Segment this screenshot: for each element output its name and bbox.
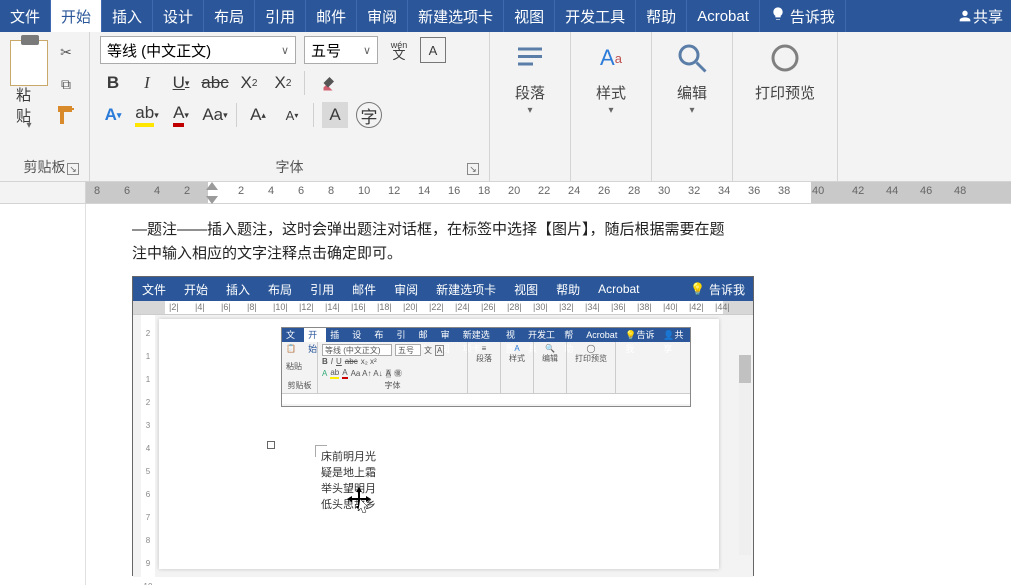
inner-scrollbar <box>739 355 751 555</box>
styles-button[interactable]: Aa样式▾ <box>581 36 641 120</box>
tab-acrobat[interactable]: Acrobat <box>687 0 760 32</box>
shrink-font-button[interactable]: A▾ <box>279 102 305 128</box>
tab-mailings[interactable]: 邮件 <box>306 0 357 32</box>
separator <box>236 103 237 127</box>
lightbulb-icon <box>770 6 786 26</box>
character-border-button[interactable]: A <box>420 37 446 63</box>
inner-vruler: 21 12 34 56 78 910 <box>141 315 155 577</box>
vertical-ruler[interactable] <box>70 204 86 585</box>
chevron-down-icon: ▾ <box>689 105 694 116</box>
chevron-down-icon: ▾ <box>608 105 613 116</box>
enclose-characters-button[interactable]: 字 <box>356 102 382 128</box>
editing-button[interactable]: 编辑▾ <box>662 36 722 120</box>
user-icon <box>957 8 973 24</box>
clear-formatting-button[interactable] <box>313 70 343 96</box>
tab-home[interactable]: 开始 <box>51 0 102 32</box>
tab-review[interactable]: 审阅 <box>357 0 408 32</box>
body-text[interactable]: —题注——插入题注，这时会弹出题注对话框，在标签中选择【图片】，随后根据需要在题… <box>132 218 752 266</box>
highlight-button[interactable]: ab▾ <box>134 102 160 128</box>
tab-help[interactable]: 帮助 <box>636 0 687 32</box>
lightbulb-icon: 💡 <box>690 282 705 296</box>
font-name-combo[interactable]: 等线 (中文正文)∨ <box>100 36 296 64</box>
horizontal-ruler[interactable]: 8 6 4 2 2 4 6 8 10 12 14 16 18 20 22 24 … <box>0 182 1011 204</box>
styles-icon: Aa <box>593 40 629 76</box>
share-button[interactable]: 共享 <box>949 0 1011 32</box>
poem-text: 床前明月光 疑是地上霜 举头望明月 低头思故乡 <box>281 449 581 513</box>
tab-references[interactable]: 引用 <box>255 0 306 32</box>
tab-newtab[interactable]: 新建选项卡 <box>408 0 504 32</box>
nested-screenshot: 文件 开始 插入 设计 布局 引用 邮件 审阅 新建选项卡 视图 开发工具 帮助… <box>281 327 691 407</box>
chevron-down-icon: ∨ <box>281 44 289 57</box>
tab-devtools[interactable]: 开发工具 <box>555 0 636 32</box>
text-effects-button[interactable]: A▾ <box>100 102 126 128</box>
tab-insert[interactable]: 插入 <box>102 0 153 32</box>
embedded-screenshot-image[interactable]: 文件 开始 插入 布局 引用 邮件 审阅 新建选项卡 视图 帮助 Acrobat… <box>132 276 754 576</box>
bold-button[interactable]: B <box>100 70 126 96</box>
grow-font-button[interactable]: A▴ <box>245 102 271 128</box>
circle-icon <box>767 40 803 76</box>
tellme-label: 告诉我 <box>790 6 835 27</box>
clipboard-icon <box>10 40 48 86</box>
separator <box>304 71 305 95</box>
dialog-launcher-icon[interactable]: ↘ <box>467 163 479 175</box>
format-painter-button[interactable] <box>54 104 78 128</box>
document-area[interactable]: —题注——插入题注，这时会弹出题注对话框，在标签中选择【图片】，随后根据需要在题… <box>0 204 1011 585</box>
font-color-button[interactable]: A▾ <box>168 102 194 128</box>
character-shading-button[interactable]: A <box>322 102 348 128</box>
inner-page: 文件 开始 插入 设计 布局 引用 邮件 审阅 新建选项卡 视图 开发工具 帮助… <box>159 319 719 569</box>
subscript-button[interactable]: X2 <box>236 70 262 96</box>
tab-layout[interactable]: 布局 <box>204 0 255 32</box>
copy-button[interactable]: ⧉ <box>54 72 78 96</box>
chevron-down-icon[interactable]: ▾ <box>26 120 31 131</box>
superscript-button[interactable]: X2 <box>270 70 296 96</box>
print-preview-button[interactable]: 打印预览 <box>743 36 827 107</box>
italic-button[interactable]: I <box>134 70 160 96</box>
font-group-label: 字体 <box>276 159 304 175</box>
chevron-down-icon: ∨ <box>363 44 371 57</box>
underline-button[interactable]: U▾ <box>168 70 194 96</box>
tab-view[interactable]: 视图 <box>504 0 555 32</box>
font-size-combo[interactable]: 五号∨ <box>304 36 378 64</box>
tab-tellme[interactable]: 告诉我 <box>760 0 846 32</box>
clipboard-group-label: 剪贴板 <box>24 159 66 175</box>
tab-design[interactable]: 设计 <box>153 0 204 32</box>
dialog-launcher-icon[interactable]: ↘ <box>67 163 79 175</box>
paste-button[interactable]: 粘贴 <box>16 92 42 118</box>
paragraph-icon <box>512 40 548 76</box>
tab-file[interactable]: 文件 <box>0 0 51 32</box>
ribbon-tabs: 文件 开始 插入 设计 布局 引用 邮件 审阅 新建选项卡 视图 开发工具 帮助… <box>0 0 1011 32</box>
paragraph-button[interactable]: 段落▾ <box>500 36 560 120</box>
share-label: 共享 <box>973 6 1003 27</box>
first-line-indent-marker[interactable] <box>206 182 218 190</box>
anchor-icon <box>267 441 275 449</box>
search-icon <box>674 40 710 76</box>
ribbon: 粘贴 ▾ ✂ ⧉ 剪贴板↘ 等线 (中文正文)∨ 五号∨ wén文 A B <box>0 32 1011 182</box>
chevron-down-icon: ▾ <box>527 105 532 116</box>
cut-button[interactable]: ✂ <box>54 40 78 64</box>
hanging-indent-marker[interactable] <box>206 196 218 204</box>
phonetic-guide-button[interactable]: wén文 <box>386 37 412 63</box>
change-case-button[interactable]: Aa▾ <box>202 102 228 128</box>
inner-tabs: 文件 开始 插入 布局 引用 邮件 审阅 新建选项卡 视图 帮助 Acrobat… <box>133 277 753 301</box>
separator <box>313 103 314 127</box>
strikethrough-button[interactable]: abc <box>202 70 228 96</box>
